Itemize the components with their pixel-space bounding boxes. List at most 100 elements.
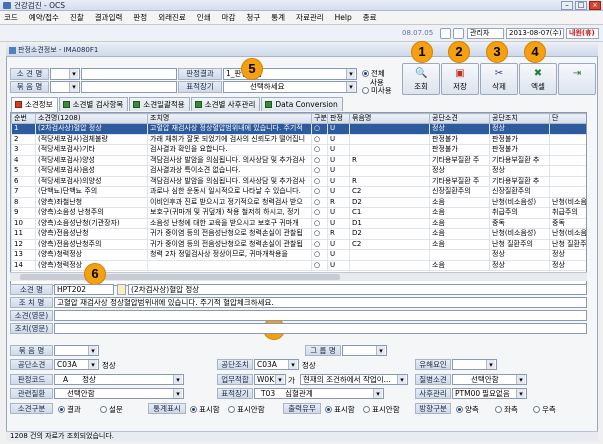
- bundle-select[interactable]: [54, 345, 99, 356]
- table-row[interactable]: 13 (양측)청력정상 청력 2차 정밀검사상 정상이므로, 귀마개착용을 ○ U 정상 정…: [11, 249, 586, 261]
- table-cell: 2: [11, 133, 36, 145]
- grid-column-header[interactable]: 판정: [327, 113, 350, 124]
- group-name-input[interactable]: [50, 81, 80, 93]
- maximize-button[interactable]: □: [575, 1, 587, 10]
- search-button[interactable]: 🔍 조회: [402, 63, 440, 95]
- menu-item-code[interactable]: 코드: [4, 12, 18, 23]
- table-row[interactable]: 3 (적당세포검사)기타 검사결과 확인을 요합니다. ○ U 판정불가 판정불가: [11, 144, 586, 156]
- monitor-icon[interactable]: [440, 28, 451, 39]
- table-row[interactable]: 6 (적당세포검사)의양성 객담검사상 발암을 의심됩니다. 의사상담 및 추가검사…: [11, 175, 586, 187]
- target-select[interactable]: T03 심혈관계: [254, 388, 384, 399]
- table-row[interactable]: 7 (단백뇨)단백뇨 주의 과로나 심한 운동시 일시적으로 나타날 수 있습니다.…: [11, 186, 586, 198]
- hazard-select[interactable]: [452, 359, 497, 370]
- group-select[interactable]: [342, 345, 387, 356]
- menu-item-stats[interactable]: 통계: [271, 12, 285, 23]
- delete-button[interactable]: ✂ 삭제: [480, 63, 518, 95]
- table-row[interactable]: 2 (적당세포검사)검체불량 가래 채취가 잘못 되었기에 검사의 신뢰도가 떨어집…: [11, 133, 586, 145]
- action-field[interactable]: 고혈압 재검사상 정상혈압범위내에 있습니다. 주기적 혈압체크하세요.: [54, 297, 587, 308]
- findings-grid[interactable]: 순번 소견명(1208) 조치명 구분 판정 묶음명 공단소견 공단조치 단 1 (2차검사상)혈…: [10, 112, 587, 286]
- table-cell: [549, 186, 586, 198]
- tab-data-conversion[interactable]: Data Conversion: [261, 97, 343, 111]
- grid-column-header[interactable]: 묶음명: [349, 113, 430, 124]
- menu-item-outpatient[interactable]: 외래진료: [158, 12, 186, 23]
- table-row[interactable]: 10 (양측)소음성난청(기관장자) 소음성 난청에 대한 교육을 받으시고 보호구…: [11, 217, 586, 229]
- grid-column-header[interactable]: 단: [549, 113, 586, 124]
- menu-item-help[interactable]: Help: [335, 13, 352, 22]
- menu-item-exit[interactable]: 종료: [363, 12, 377, 23]
- table-cell: 12: [11, 238, 36, 250]
- table-cell: 기타용부질환 추: [489, 154, 550, 166]
- stat-show-radio[interactable]: 표시함: [190, 404, 220, 415]
- excel-button[interactable]: ✖ 엑셀: [519, 63, 557, 95]
- related-select[interactable]: 선택안함: [54, 388, 184, 399]
- direction-both-radio[interactable]: 양측: [456, 404, 479, 415]
- minimize-button[interactable]: –: [561, 1, 573, 10]
- gong-jochi-text: 정상: [302, 361, 316, 370]
- group-name-text[interactable]: [81, 81, 177, 93]
- menu-item-close[interactable]: 마감: [222, 12, 236, 23]
- grid-column-header[interactable]: 공단조치: [489, 113, 550, 124]
- table-row[interactable]: 12 (양측)전음성난청주의 귀가 중이염 등의 전음성난청으로 청력손실이 관찰됩…: [11, 238, 586, 250]
- gong-sogyeon-select[interactable]: C03A: [54, 359, 99, 370]
- grid-column-header[interactable]: 구분: [311, 113, 328, 124]
- work-fit-select[interactable]: 현재의 조건하에서 작업이...: [300, 374, 408, 385]
- radio-unused[interactable]: 미사용: [362, 85, 392, 96]
- scroll-thumb[interactable]: [20, 274, 340, 280]
- finding-eng-field[interactable]: [54, 310, 587, 321]
- copy-icon[interactable]: [117, 284, 126, 295]
- table-row[interactable]: 8 (양측)좌철난청 이비인후과 진료 받으시고 정기적으로 청력검사 받으 ○ R D2…: [11, 196, 586, 208]
- menu-item-result[interactable]: 결과입력: [95, 12, 123, 23]
- table-cell: U: [327, 186, 350, 198]
- tab-aftercare[interactable]: 소견별 사후관리: [190, 97, 261, 111]
- table-row[interactable]: 9 (양측)소음성 난청주의 보호구(귀마개 및 귀덮개) 착용 철저히 하시고, …: [11, 207, 586, 219]
- gong-jochi-select[interactable]: C03A: [254, 359, 299, 370]
- tab-icon: [133, 101, 141, 108]
- menu-item-data[interactable]: 자료관리: [296, 12, 324, 23]
- menu-item-reservation[interactable]: 예약/접수: [29, 12, 59, 23]
- output-hide-radio[interactable]: 표시안함: [363, 404, 400, 415]
- direction-left-radio[interactable]: 좌측: [495, 404, 518, 415]
- output-show-radio[interactable]: 표시함: [325, 404, 355, 415]
- close-button[interactable]: ×: [589, 1, 601, 10]
- menu-item-print[interactable]: 인쇄: [197, 12, 211, 23]
- aftercare-select[interactable]: PTM00 필요없음: [452, 388, 527, 399]
- menu-item-judge[interactable]: 판정: [133, 12, 147, 23]
- stat-hide-radio[interactable]: 표시안함: [228, 404, 265, 415]
- menu-item-exam[interactable]: 진찰: [70, 12, 84, 23]
- disease-select[interactable]: 선택안함: [452, 374, 527, 385]
- grid-column-header[interactable]: 조치명: [147, 113, 312, 124]
- exit-button[interactable]: ⇥: [558, 63, 596, 95]
- table-cell: U: [327, 133, 350, 145]
- action-eng-field[interactable]: [54, 323, 587, 334]
- table-row[interactable]: 5 (적당세포검사)음성 검사결과상 특이소견 없습니다. ○ U 정상 정상: [11, 165, 586, 177]
- table-cell: ○: [311, 249, 328, 261]
- tab-finding-info[interactable]: 소견정보: [11, 97, 58, 112]
- label-judge-result: 판정결과: [178, 68, 222, 80]
- grid-column-header[interactable]: 순번: [11, 113, 36, 124]
- table-cell: C2: [349, 186, 430, 198]
- save-button[interactable]: ▣ 저장: [441, 63, 479, 95]
- finding-name-text[interactable]: [81, 68, 177, 80]
- judge-code-select[interactable]: A 정상: [54, 374, 184, 385]
- tab-batch-apply[interactable]: 소견일괄적용: [129, 97, 190, 111]
- badge-2: 2: [448, 41, 470, 63]
- grid-column-header[interactable]: 공단소견: [429, 113, 490, 124]
- finding-code-field[interactable]: HPT202: [54, 284, 114, 295]
- table-cell: ○: [311, 207, 328, 219]
- refresh-icon[interactable]: [453, 28, 464, 39]
- grid-column-header[interactable]: 소견명(1208): [35, 113, 148, 124]
- work-fit-code[interactable]: W0K...: [254, 374, 286, 385]
- finding-name-input[interactable]: [50, 68, 80, 80]
- tab-finding-test-items[interactable]: 소견별 검사항목: [58, 97, 129, 111]
- table-cell: 11: [11, 228, 36, 240]
- table-row[interactable]: 11 (양측)전음성난청 귀가 중이염 등의 전음성난청으로 청력손실이 관찰됩 ○ R…: [11, 228, 586, 240]
- table-row[interactable]: 1 (2차검사상)혈압 정상 고혈압 재검사상 정상혈압범위내에 있습니다. 주기적…: [11, 123, 586, 135]
- target-organ-select[interactable]: 선택하세요: [223, 81, 357, 93]
- table-row[interactable]: 4 (적당세포검사)양성 객담검사상 발암을 의심됩니다. 의사상담 및 추가검사 ○…: [11, 154, 586, 166]
- menu-item-claim[interactable]: 청구: [246, 12, 260, 23]
- div-survey-radio[interactable]: 설문: [100, 404, 123, 415]
- direction-right-radio[interactable]: 우측: [533, 404, 556, 415]
- div-result-radio[interactable]: 결과: [58, 404, 81, 415]
- badge-4: 4: [524, 41, 546, 63]
- finding-name-field[interactable]: (2차검사상)혈압 정상: [128, 284, 587, 295]
